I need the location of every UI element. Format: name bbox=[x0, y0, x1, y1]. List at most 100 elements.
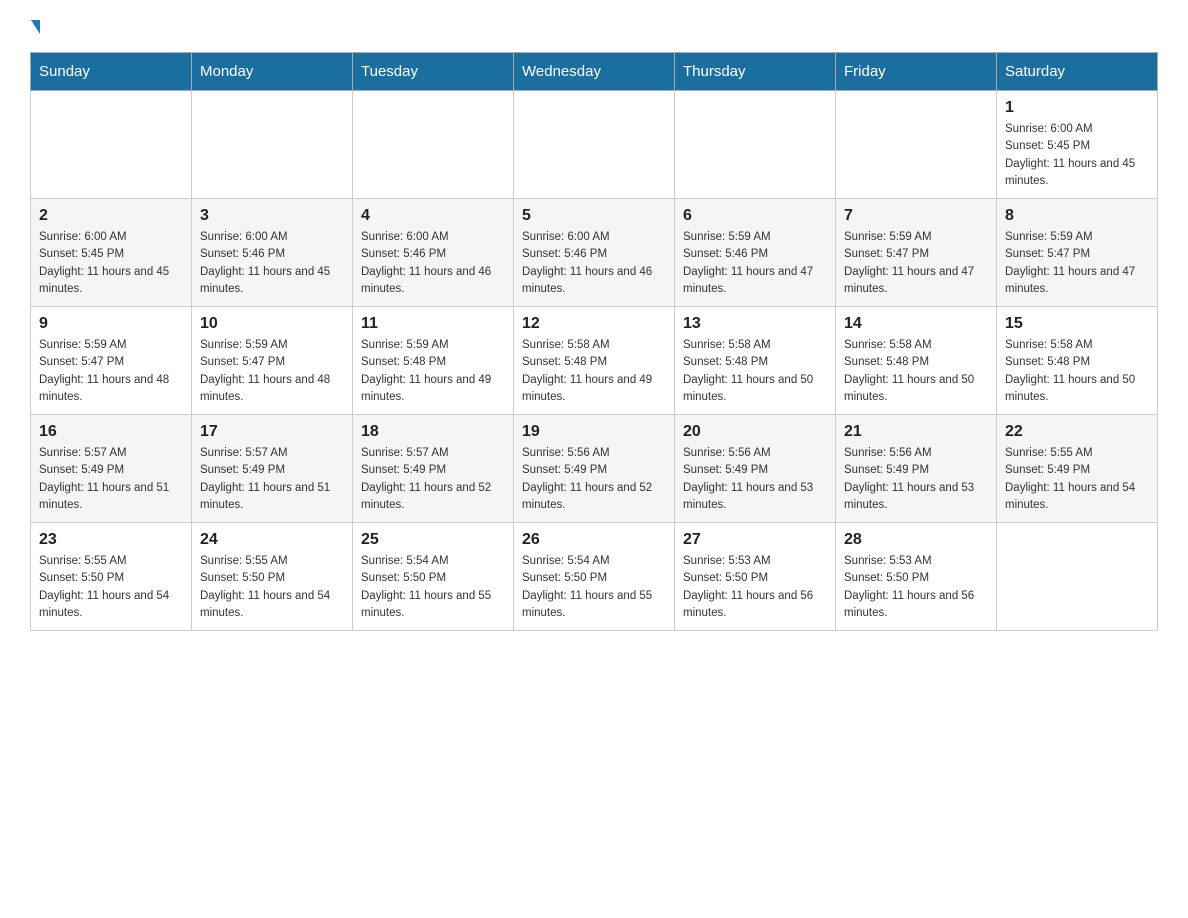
calendar-cell bbox=[192, 91, 353, 199]
calendar-cell: 20 Sunrise: 5:56 AM Sunset: 5:49 PM Dayli… bbox=[675, 415, 836, 523]
day-number: 25 bbox=[361, 531, 505, 549]
day-number: 1 bbox=[1005, 99, 1149, 117]
calendar-cell: 15 Sunrise: 5:58 AM Sunset: 5:48 PM Dayli… bbox=[997, 307, 1158, 415]
calendar-day-header: Friday bbox=[836, 53, 997, 91]
day-info: Sunrise: 5:59 AM Sunset: 5:47 PM Dayligh… bbox=[200, 337, 344, 406]
day-info: Sunrise: 5:54 AM Sunset: 5:50 PM Dayligh… bbox=[361, 553, 505, 622]
day-number: 23 bbox=[39, 531, 183, 549]
calendar-day-header: Tuesday bbox=[353, 53, 514, 91]
calendar-cell: 23 Sunrise: 5:55 AM Sunset: 5:50 PM Dayli… bbox=[31, 523, 192, 631]
calendar-day-header: Sunday bbox=[31, 53, 192, 91]
calendar-cell: 17Sunrise: 5:57 AM Sunset: 5:49 PM Dayli… bbox=[192, 415, 353, 523]
day-info: Sunrise: 5:59 AM Sunset: 5:48 PM Dayligh… bbox=[361, 337, 505, 406]
calendar-cell: 21 Sunrise: 5:56 AM Sunset: 5:49 PM Dayli… bbox=[836, 415, 997, 523]
day-info: Sunrise: 5:58 AM Sunset: 5:48 PM Dayligh… bbox=[522, 337, 666, 406]
calendar-cell bbox=[997, 523, 1158, 631]
day-info: Sunrise: 5:59 AM Sunset: 5:46 PM Dayligh… bbox=[683, 229, 827, 298]
day-number: 3 bbox=[200, 207, 344, 225]
day-info: Sunrise: 5:58 AM Sunset: 5:48 PM Dayligh… bbox=[1005, 337, 1149, 406]
day-number: 19 bbox=[522, 423, 666, 441]
calendar-cell: 2 Sunrise: 6:00 AM Sunset: 5:45 PM Daylig… bbox=[31, 199, 192, 307]
day-number: 12 bbox=[522, 315, 666, 333]
day-info: Sunrise: 5:53 AM Sunset: 5:50 PM Dayligh… bbox=[844, 553, 988, 622]
calendar-cell: 16 Sunrise: 5:57 AM Sunset: 5:49 PM Dayli… bbox=[31, 415, 192, 523]
day-number: 27 bbox=[683, 531, 827, 549]
day-number: 22 bbox=[1005, 423, 1149, 441]
day-info: Sunrise: 5:53 AM Sunset: 5:50 PM Dayligh… bbox=[683, 553, 827, 622]
day-info: Sunrise: 6:00 AM Sunset: 5:45 PM Dayligh… bbox=[1005, 121, 1149, 190]
calendar-cell: 28 Sunrise: 5:53 AM Sunset: 5:50 PM Dayli… bbox=[836, 523, 997, 631]
calendar-cell: 13 Sunrise: 5:58 AM Sunset: 5:48 PM Dayli… bbox=[675, 307, 836, 415]
day-info: Sunrise: 5:57 AM Sunset: 5:49 PM Dayligh… bbox=[200, 445, 344, 514]
day-info: Sunrise: 6:00 AM Sunset: 5:45 PM Dayligh… bbox=[39, 229, 183, 298]
day-number: 26 bbox=[522, 531, 666, 549]
calendar-cell: 26 Sunrise: 5:54 AM Sunset: 5:50 PM Dayli… bbox=[514, 523, 675, 631]
calendar-table: SundayMondayTuesdayWednesdayThursdayFrid… bbox=[30, 52, 1158, 631]
calendar-cell: 25 Sunrise: 5:54 AM Sunset: 5:50 PM Dayli… bbox=[353, 523, 514, 631]
calendar-cell bbox=[675, 91, 836, 199]
day-number: 20 bbox=[683, 423, 827, 441]
calendar-day-header: Thursday bbox=[675, 53, 836, 91]
calendar-cell: 14 Sunrise: 5:58 AM Sunset: 5:48 PM Dayli… bbox=[836, 307, 997, 415]
day-info: Sunrise: 5:56 AM Sunset: 5:49 PM Dayligh… bbox=[683, 445, 827, 514]
calendar-cell: 22 Sunrise: 5:55 AM Sunset: 5:49 PM Dayli… bbox=[997, 415, 1158, 523]
calendar-cell: 6 Sunrise: 5:59 AM Sunset: 5:46 PM Daylig… bbox=[675, 199, 836, 307]
calendar-header-row: SundayMondayTuesdayWednesdayThursdayFrid… bbox=[31, 53, 1158, 91]
day-info: Sunrise: 5:57 AM Sunset: 5:49 PM Dayligh… bbox=[39, 445, 183, 514]
day-number: 14 bbox=[844, 315, 988, 333]
calendar-cell: 11 Sunrise: 5:59 AM Sunset: 5:48 PM Dayli… bbox=[353, 307, 514, 415]
day-info: Sunrise: 5:57 AM Sunset: 5:49 PM Dayligh… bbox=[361, 445, 505, 514]
calendar-cell: 9 Sunrise: 5:59 AM Sunset: 5:47 PM Daylig… bbox=[31, 307, 192, 415]
day-info: Sunrise: 6:00 AM Sunset: 5:46 PM Dayligh… bbox=[200, 229, 344, 298]
calendar-cell: 27 Sunrise: 5:53 AM Sunset: 5:50 PM Dayli… bbox=[675, 523, 836, 631]
day-number: 11 bbox=[361, 315, 505, 333]
calendar-day-header: Saturday bbox=[997, 53, 1158, 91]
calendar-cell bbox=[353, 91, 514, 199]
calendar-cell bbox=[31, 91, 192, 199]
day-info: Sunrise: 5:54 AM Sunset: 5:50 PM Dayligh… bbox=[522, 553, 666, 622]
day-info: Sunrise: 5:55 AM Sunset: 5:49 PM Dayligh… bbox=[1005, 445, 1149, 514]
day-number: 21 bbox=[844, 423, 988, 441]
day-number: 10 bbox=[200, 315, 344, 333]
day-info: Sunrise: 5:59 AM Sunset: 5:47 PM Dayligh… bbox=[1005, 229, 1149, 298]
day-info: Sunrise: 5:59 AM Sunset: 5:47 PM Dayligh… bbox=[39, 337, 183, 406]
day-info: Sunrise: 5:58 AM Sunset: 5:48 PM Dayligh… bbox=[683, 337, 827, 406]
day-number: 9 bbox=[39, 315, 183, 333]
day-info: Sunrise: 6:00 AM Sunset: 5:46 PM Dayligh… bbox=[522, 229, 666, 298]
day-number: 24 bbox=[200, 531, 344, 549]
day-number: 2 bbox=[39, 207, 183, 225]
day-number: 5 bbox=[522, 207, 666, 225]
day-number: 28 bbox=[844, 531, 988, 549]
calendar-cell: 3 Sunrise: 6:00 AM Sunset: 5:46 PM Daylig… bbox=[192, 199, 353, 307]
logo-arrow-icon bbox=[31, 20, 40, 34]
calendar-cell: 19 Sunrise: 5:56 AM Sunset: 5:49 PM Dayli… bbox=[514, 415, 675, 523]
calendar-cell: 24Sunrise: 5:55 AM Sunset: 5:50 PM Dayli… bbox=[192, 523, 353, 631]
day-number: 16 bbox=[39, 423, 183, 441]
day-info: Sunrise: 5:56 AM Sunset: 5:49 PM Dayligh… bbox=[522, 445, 666, 514]
day-number: 6 bbox=[683, 207, 827, 225]
day-number: 15 bbox=[1005, 315, 1149, 333]
day-number: 13 bbox=[683, 315, 827, 333]
day-info: Sunrise: 5:55 AM Sunset: 5:50 PM Dayligh… bbox=[39, 553, 183, 622]
day-number: 18 bbox=[361, 423, 505, 441]
calendar-cell: 7 Sunrise: 5:59 AM Sunset: 5:47 PM Daylig… bbox=[836, 199, 997, 307]
calendar-day-header: Monday bbox=[192, 53, 353, 91]
calendar-cell bbox=[836, 91, 997, 199]
calendar-cell: 12 Sunrise: 5:58 AM Sunset: 5:48 PM Dayli… bbox=[514, 307, 675, 415]
day-info: Sunrise: 5:58 AM Sunset: 5:48 PM Dayligh… bbox=[844, 337, 988, 406]
day-number: 7 bbox=[844, 207, 988, 225]
day-number: 8 bbox=[1005, 207, 1149, 225]
calendar-cell bbox=[514, 91, 675, 199]
day-info: Sunrise: 6:00 AM Sunset: 5:46 PM Dayligh… bbox=[361, 229, 505, 298]
day-info: Sunrise: 5:56 AM Sunset: 5:49 PM Dayligh… bbox=[844, 445, 988, 514]
calendar-cell: 4 Sunrise: 6:00 AM Sunset: 5:46 PM Daylig… bbox=[353, 199, 514, 307]
calendar-week-row: 9 Sunrise: 5:59 AM Sunset: 5:47 PM Daylig… bbox=[31, 307, 1158, 415]
day-number: 4 bbox=[361, 207, 505, 225]
calendar-cell: 5 Sunrise: 6:00 AM Sunset: 5:46 PM Daylig… bbox=[514, 199, 675, 307]
page-header bbox=[30, 20, 1158, 32]
calendar-week-row: 1 Sunrise: 6:00 AM Sunset: 5:45 PM Daylig… bbox=[31, 91, 1158, 199]
calendar-week-row: 2 Sunrise: 6:00 AM Sunset: 5:45 PM Daylig… bbox=[31, 199, 1158, 307]
calendar-cell: 1 Sunrise: 6:00 AM Sunset: 5:45 PM Daylig… bbox=[997, 91, 1158, 199]
calendar-cell: 8 Sunrise: 5:59 AM Sunset: 5:47 PM Daylig… bbox=[997, 199, 1158, 307]
day-info: Sunrise: 5:59 AM Sunset: 5:47 PM Dayligh… bbox=[844, 229, 988, 298]
